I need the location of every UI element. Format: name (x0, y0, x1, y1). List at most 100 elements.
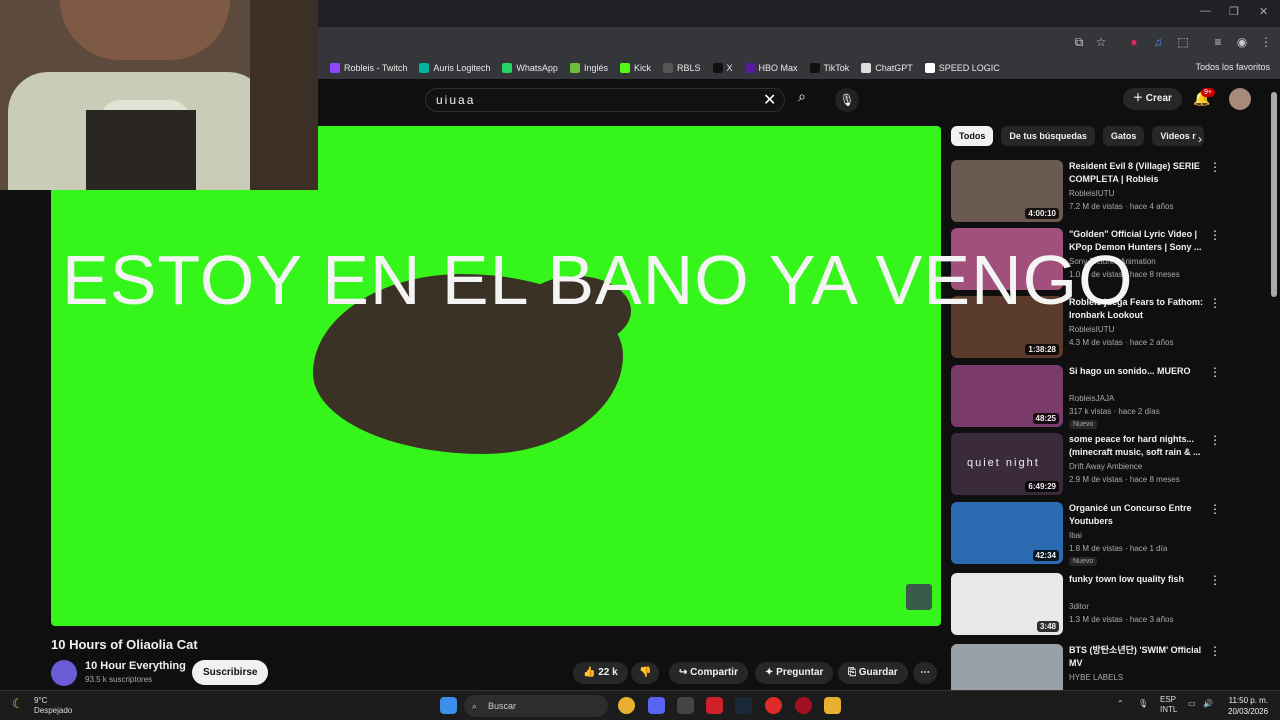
tray-expand-icon[interactable]: ⌃ (1117, 699, 1124, 708)
mic-tray-icon[interactable]: 🎙 (1138, 699, 1148, 708)
more-options-icon[interactable]: ⋮ (1209, 228, 1221, 242)
taskbar-search[interactable]: ⌕ Buscar (464, 695, 608, 717)
bookmark-item[interactable]: TikTok (809, 63, 849, 73)
account-avatar[interactable] (1229, 88, 1251, 110)
obs-icon[interactable] (677, 697, 694, 714)
more-options-icon[interactable]: ⋮ (1209, 160, 1221, 174)
save-button[interactable]: ⎘ Guardar (838, 662, 908, 684)
video-title[interactable]: BTS (방탄소년단) 'SWIM' Official MV (1069, 644, 1209, 670)
video-thumbnail[interactable]: 48:25 (951, 365, 1063, 427)
channel-avatar[interactable] (51, 660, 77, 686)
bookmark-item[interactable]: Auris Logitech (419, 63, 490, 73)
bookmark-item[interactable]: WhatsApp (502, 63, 558, 73)
video-duration: 6:49:29 (1025, 481, 1059, 492)
dislike-button[interactable]: 👎 (631, 662, 660, 684)
bookmark-item[interactable]: RBLS (662, 63, 701, 73)
filter-chip[interactable]: Gatos (1102, 126, 1145, 146)
video-thumbnail[interactable]: 3:48 (951, 573, 1063, 635)
video-title[interactable]: Resident Evil 8 (Village) SERIE COMPLETA… (1069, 160, 1209, 186)
input-language[interactable]: ESP INTL (1160, 695, 1177, 715)
microphone-icon[interactable]: 🎙 (835, 88, 859, 112)
start-icon[interactable] (440, 697, 457, 714)
channel-name[interactable]: Drift Away Ambience (1069, 462, 1142, 471)
create-button[interactable]: ＋ Crear (1123, 88, 1182, 110)
more-actions-button[interactable]: ⋯ (913, 662, 937, 684)
extensions-icon[interactable]: ⬚ (1175, 34, 1191, 50)
channel-name[interactable]: 10 Hour Everything (85, 660, 186, 672)
channel-name[interactable]: RobleisIUTU (1069, 325, 1114, 334)
network-icon[interactable]: ▭ (1188, 699, 1196, 708)
bookmark-star-icon[interactable]: ☆ (1093, 34, 1109, 50)
all-bookmarks-button[interactable]: Todos los favoritos (1195, 62, 1270, 72)
like-button[interactable]: 👍 22 k (573, 662, 628, 684)
video-title[interactable]: Si hago un sonido... MUERO (1069, 365, 1209, 378)
more-options-icon[interactable]: ⋮ (1209, 365, 1221, 379)
search-icon[interactable]: ⌕ (785, 88, 819, 112)
filter-chip[interactable]: Todos (951, 126, 994, 146)
chevron-right-icon[interactable]: › (1198, 132, 1202, 146)
more-options-icon[interactable]: ⋮ (1209, 296, 1221, 310)
channel-name[interactable]: RobleisIUTU (1069, 189, 1114, 198)
bookmark-item[interactable]: Robleis - Twitch (330, 63, 407, 73)
video-thumbnail[interactable]: quiet night 6:49:29 (951, 433, 1063, 495)
recommended-video[interactable]: 4:00:10 Resident Evil 8 (Village) SERIE C… (951, 160, 1251, 222)
install-icon[interactable]: ⧉ (1071, 34, 1087, 50)
video-title[interactable]: Organicé un Concurso Entre Youtubers (1069, 502, 1209, 528)
recommended-video[interactable]: quiet night 6:49:29 some peace for hard ni… (951, 433, 1251, 495)
filter-chip[interactable]: Videos r (1152, 126, 1204, 146)
recommended-video[interactable]: 48:25 Si hago un sonido... MUERO RobleisJA… (951, 365, 1251, 429)
maximize-button[interactable]: ❐ (1229, 5, 1239, 18)
reading-list-icon[interactable]: ≡ (1210, 34, 1226, 50)
recommended-video[interactable]: 42:34 Organicé un Concurso Entre Youtuber… (951, 502, 1251, 566)
more-options-icon[interactable]: ⋮ (1209, 502, 1221, 516)
video-player[interactable] (51, 126, 941, 626)
search-input[interactable]: uiuaa (425, 88, 785, 112)
weather-widget[interactable]: ☾ 9°C Despejado (12, 696, 72, 716)
chrome-icon[interactable] (618, 697, 635, 714)
bookmark-label: RBLS (676, 63, 701, 73)
bookmark-item[interactable]: HBO Max (744, 63, 798, 73)
media-player-icon[interactable] (765, 697, 782, 714)
temperature: 9°C (34, 696, 48, 705)
more-options-icon[interactable]: ⋮ (1209, 644, 1221, 658)
steam-icon[interactable] (735, 697, 752, 714)
bookmark-favicon-icon (809, 63, 820, 73)
more-options-icon[interactable]: ⋮ (1209, 433, 1221, 447)
opera-icon[interactable] (795, 697, 812, 714)
bookmark-item[interactable]: ChatGPT (861, 63, 913, 73)
audio-extension-icon[interactable]: ♫ (1150, 34, 1166, 50)
channel-watermark[interactable] (906, 584, 932, 610)
file-explorer-icon[interactable] (824, 697, 841, 714)
app-red-icon[interactable] (706, 697, 723, 714)
bookmark-item[interactable]: SPEED LOGIC (924, 63, 1000, 73)
clear-search-icon[interactable]: ✕ (763, 90, 776, 110)
adblock-icon[interactable]: ● (1126, 34, 1142, 50)
volume-icon[interactable]: 🔊 (1203, 699, 1213, 708)
channel-name[interactable]: 3ditor (1069, 602, 1089, 611)
close-window-button[interactable]: ✕ (1259, 5, 1268, 18)
profile-icon[interactable]: ◉ (1234, 34, 1250, 50)
bookmark-item[interactable]: Kick (619, 63, 651, 73)
minimize-button[interactable]: — (1200, 5, 1211, 17)
recommended-video[interactable]: 3:48 funky town low quality fish 3ditor 1.3… (951, 573, 1251, 635)
ask-button[interactable]: ✦ Preguntar (755, 662, 834, 684)
video-title[interactable]: some peace for hard nights... (minecraft… (1069, 433, 1209, 459)
notification-badge: 9+ (1201, 88, 1215, 97)
video-thumbnail[interactable]: 42:34 (951, 502, 1063, 564)
new-badge: Nuevo (1069, 557, 1098, 566)
share-button[interactable]: ↪ Compartir (669, 662, 748, 684)
discord-icon[interactable] (648, 697, 665, 714)
more-options-icon[interactable]: ⋮ (1209, 573, 1221, 587)
channel-name[interactable]: RobleisJAJA (1069, 394, 1114, 403)
filter-chip[interactable]: De tus búsquedas (1001, 126, 1095, 146)
scrollbar[interactable] (1271, 92, 1277, 297)
channel-name[interactable]: Ibai (1069, 531, 1082, 540)
clock[interactable]: 11:50 p. m. 20/03/2026 (1228, 695, 1268, 717)
video-title[interactable]: funky town low quality fish (1069, 573, 1209, 586)
video-thumbnail[interactable]: 4:00:10 (951, 160, 1063, 222)
bookmark-item[interactable]: Inglés (569, 63, 608, 73)
bookmark-item[interactable]: X (712, 63, 733, 73)
subscribe-button[interactable]: Suscribirse (192, 660, 269, 685)
menu-icon[interactable]: ⋮ (1258, 34, 1274, 50)
channel-name[interactable]: HYBE LABELS (1069, 673, 1123, 682)
